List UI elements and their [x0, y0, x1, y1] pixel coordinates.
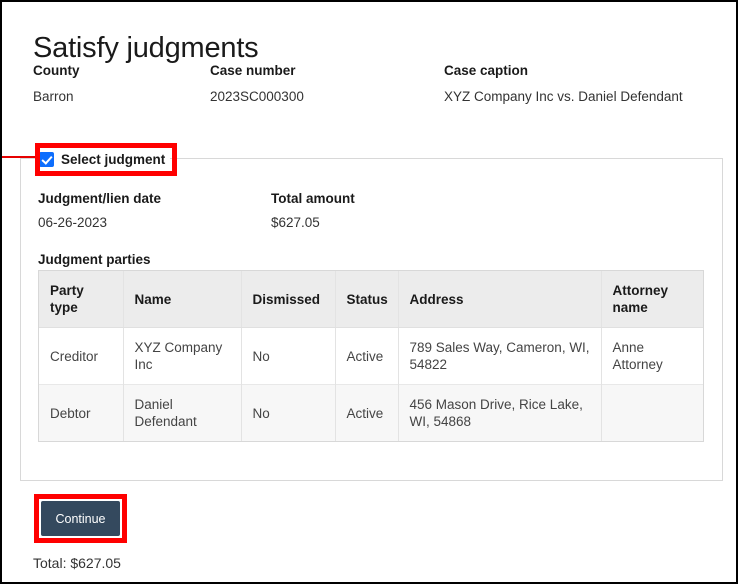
total-amount-value: $627.05 — [271, 214, 355, 231]
case-number-value: 2023SC000300 — [210, 88, 304, 106]
cell-address: 789 Sales Way, Cameron, WI, 54822 — [398, 328, 601, 385]
table-row: Debtor Daniel Defendant No Active 456 Ma… — [39, 385, 703, 442]
satisfy-judgments-page: Satisfy judgments County Barron Case num… — [2, 2, 736, 582]
cell-name: Daniel Defendant — [123, 385, 241, 442]
cell-attorney-name — [601, 385, 703, 442]
judgment-field-total-amount: Total amount $627.05 — [271, 190, 355, 231]
case-field-county: County Barron — [33, 62, 80, 106]
cell-attorney-name: Anne Attorney — [601, 328, 703, 385]
cell-name: XYZ Company Inc — [123, 328, 241, 385]
cell-party-type: Debtor — [39, 385, 123, 442]
cell-status: Active — [335, 328, 398, 385]
table-header-row: Party type Name Dismissed Status Address… — [39, 271, 703, 328]
judgment-parties-heading: Judgment parties — [38, 251, 151, 268]
judgment-field-date: Judgment/lien date 06-26-2023 — [38, 190, 161, 231]
column-header-name: Name — [123, 271, 241, 328]
column-header-attorney-name: Attorney name — [601, 271, 703, 328]
case-caption-label: Case caption — [444, 62, 683, 80]
total-amount-label: Total amount — [271, 190, 355, 207]
judgment-panel: Select judgment Judgment/lien date 06-26… — [20, 158, 723, 481]
screenshot-frame: Satisfy judgments County Barron Case num… — [0, 0, 738, 584]
column-header-dismissed: Dismissed — [241, 271, 335, 328]
column-header-party-type: Party type — [39, 271, 123, 328]
select-judgment-checkbox[interactable] — [39, 152, 54, 167]
case-field-case-number: Case number 2023SC000300 — [210, 62, 304, 106]
case-field-case-caption: Case caption XYZ Company Inc vs. Daniel … — [444, 62, 683, 106]
total-amount-summary: Total: $627.05 — [33, 554, 121, 572]
select-judgment-label[interactable]: Select judgment — [61, 152, 165, 167]
column-header-status: Status — [335, 271, 398, 328]
cell-dismissed: No — [241, 328, 335, 385]
judgment-parties-table-wrapper: Party type Name Dismissed Status Address… — [38, 270, 704, 442]
table-row: Creditor XYZ Company Inc No Active 789 S… — [39, 328, 703, 385]
judgment-fields: Judgment/lien date 06-26-2023 Total amou… — [38, 190, 698, 234]
column-header-address: Address — [398, 271, 601, 328]
cell-party-type: Creditor — [39, 328, 123, 385]
continue-button[interactable]: Continue — [41, 501, 120, 536]
case-caption-value: XYZ Company Inc vs. Daniel Defendant — [444, 88, 683, 106]
judgment-parties-table: Party type Name Dismissed Status Address… — [39, 271, 703, 441]
cell-address: 456 Mason Drive, Rice Lake, WI, 54868 — [398, 385, 601, 442]
cell-dismissed: No — [241, 385, 335, 442]
select-judgment-legend[interactable]: Select judgment — [37, 147, 170, 171]
judgment-date-label: Judgment/lien date — [38, 190, 161, 207]
judgment-date-value: 06-26-2023 — [38, 214, 161, 231]
county-value: Barron — [33, 88, 80, 106]
cell-status: Active — [335, 385, 398, 442]
county-label: County — [33, 62, 80, 80]
case-summary: County Barron Case number 2023SC000300 C… — [33, 62, 723, 110]
case-number-label: Case number — [210, 62, 304, 80]
